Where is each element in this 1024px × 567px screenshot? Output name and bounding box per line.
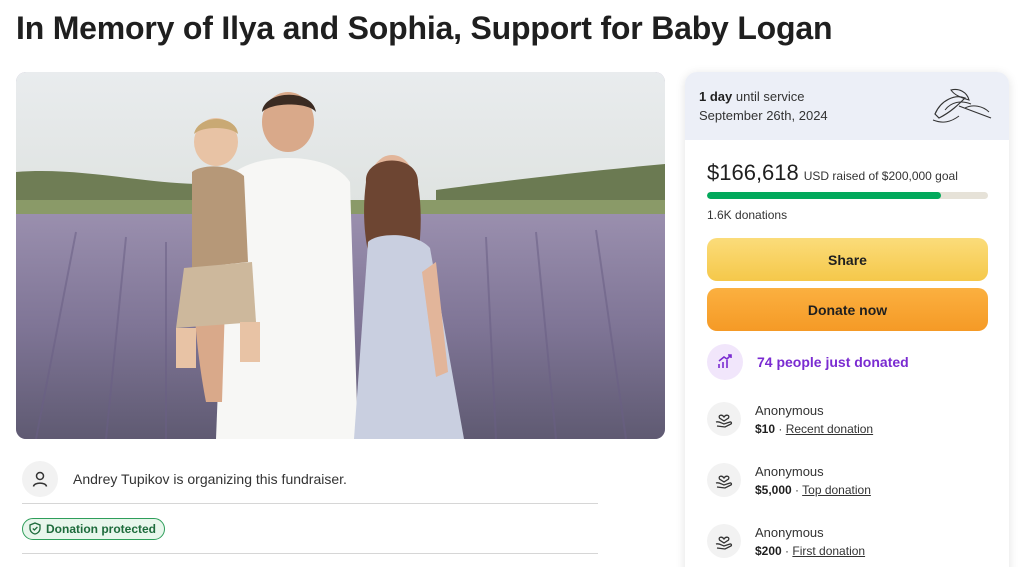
- heart-hand-icon: [707, 463, 741, 497]
- donation-protected-row: Donation protected: [22, 504, 598, 554]
- donor-name: Anonymous: [755, 402, 824, 418]
- person-icon: [22, 460, 58, 497]
- donor-tag-link[interactable]: Recent donation: [786, 422, 873, 436]
- heart-hand-icon: [707, 402, 741, 436]
- page-title: In Memory of Ilya and Sophia, Support fo…: [16, 10, 833, 46]
- donation-protected-badge[interactable]: Donation protected: [22, 517, 165, 540]
- donor-item: Anonymous $10 · Recent donation: [707, 402, 873, 436]
- donor-amount: $5,000: [755, 482, 792, 497]
- donate-now-button[interactable]: Donate now: [707, 288, 988, 331]
- organizer-row: Andrey Tupikov is organizing this fundra…: [22, 454, 598, 504]
- shield-icon: [29, 522, 41, 535]
- service-banner: 1 day until service September 26th, 2024: [685, 72, 1009, 140]
- progress-fill: [707, 192, 942, 199]
- service-days-rest: until service: [735, 89, 805, 104]
- donor-name: Anonymous: [755, 463, 824, 479]
- donor-detail: $5,000 · Top donation: [755, 483, 871, 497]
- donor-detail: $10 · Recent donation: [755, 422, 873, 436]
- raised-amount: $166,618: [707, 160, 799, 185]
- donation-protected-label: Donation protected: [46, 521, 156, 536]
- service-days: 1 day: [699, 89, 733, 104]
- donor-separator: ·: [781, 543, 793, 558]
- donor-tag-link[interactable]: First donation: [792, 544, 865, 558]
- raised-goal-text: USD raised of $200,000 goal: [803, 169, 958, 183]
- lily-icon: [932, 88, 992, 123]
- hero-photo[interactable]: [16, 72, 665, 439]
- amount-raised: $166,618 USD raised of $200,000 goal: [707, 160, 958, 186]
- donation-count: 1.6K donations: [707, 208, 788, 222]
- trending-up-icon: [707, 344, 743, 380]
- donor-amount: $200: [755, 543, 782, 558]
- donor-separator: ·: [775, 421, 786, 436]
- recent-activity[interactable]: 74 people just donated: [707, 344, 909, 380]
- progress-bar: [707, 192, 988, 199]
- family-photo-image: [16, 72, 665, 439]
- donor-item: Anonymous $5,000 · Top donation: [707, 463, 871, 497]
- heart-hand-icon: [707, 524, 741, 558]
- donation-card: 1 day until service September 26th, 2024…: [685, 72, 1009, 567]
- donor-item: Anonymous $200 · First donation: [707, 524, 865, 558]
- donor-separator: ·: [791, 482, 803, 497]
- recent-activity-text: 74 people just donated: [757, 354, 909, 370]
- donor-detail: $200 · First donation: [755, 544, 865, 558]
- share-button[interactable]: Share: [707, 238, 988, 281]
- donor-name: Anonymous: [755, 524, 824, 540]
- donor-tag-link[interactable]: Top donation: [802, 483, 871, 497]
- donor-amount: $10: [755, 421, 776, 436]
- organizer-text: Andrey Tupikov is organizing this fundra…: [73, 470, 347, 487]
